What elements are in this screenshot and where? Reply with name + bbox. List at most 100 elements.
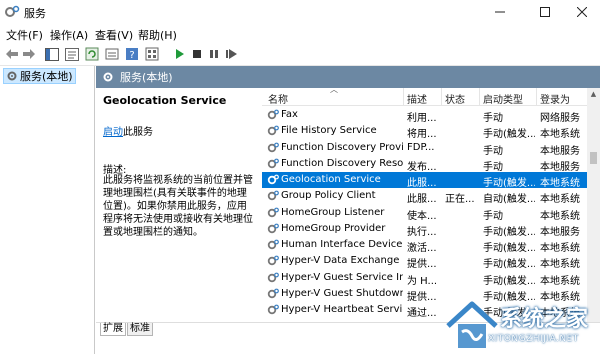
tree-item-services-local[interactable]: 服务(本地) bbox=[3, 68, 76, 84]
service-row[interactable]: Geolocation Service 此服... 手动(触发... 本地系统 bbox=[262, 172, 587, 189]
console-tree: 服务(本地) bbox=[0, 66, 95, 354]
service-status-cell: 正在... bbox=[445, 194, 475, 206]
start-service-button[interactable] bbox=[172, 46, 188, 62]
scroll-up-icon[interactable]: ▲ bbox=[587, 88, 600, 100]
gear-icon bbox=[7, 71, 17, 81]
service-row[interactable]: Hyper-V Guest Service In... 为 H... 手动(触发..… bbox=[262, 270, 587, 287]
service-logon-cell: 本地系统 bbox=[540, 178, 580, 189]
gear-icon bbox=[267, 304, 279, 315]
watermark-url: XITONGZHIJIA.NET bbox=[488, 334, 579, 344]
services-list: 名称 ︿ 描述 状态 启动类型 登录为 Fax 利用... 手动 网络服务 File H… bbox=[262, 88, 600, 322]
back-button[interactable] bbox=[4, 46, 20, 62]
start-link[interactable]: 启动 bbox=[103, 127, 123, 138]
refresh-icon bbox=[85, 47, 99, 61]
service-name-cell: HomeGroup Provider bbox=[281, 222, 386, 234]
service-row[interactable]: HomeGroup Provider 执行... 手动(触发... 本地服务 bbox=[262, 221, 587, 238]
vertical-scrollbar[interactable]: ▲ bbox=[587, 88, 600, 322]
scroll-thumb[interactable] bbox=[590, 152, 597, 164]
service-description-cell: 此服... bbox=[407, 194, 437, 206]
menu-view[interactable]: 查看(V) bbox=[95, 27, 133, 43]
menu-action[interactable]: 操作(A) bbox=[50, 27, 88, 43]
service-row[interactable]: Hyper-V Data Exchange ... 提供... 手动(触发... 本地… bbox=[262, 253, 587, 270]
minimize-button[interactable] bbox=[480, 0, 520, 24]
help-button[interactable]: ? bbox=[124, 46, 140, 62]
service-name-cell: Fax bbox=[281, 109, 298, 120]
column-divider[interactable] bbox=[536, 88, 537, 106]
service-row[interactable]: Fax 利用... 手动 网络服务 bbox=[262, 107, 587, 124]
service-name-cell: Group Policy Client bbox=[281, 190, 376, 202]
service-startup-type-cell: 手动 bbox=[483, 161, 503, 173]
service-name-cell: Function Discovery Reso... bbox=[281, 157, 403, 169]
service-startup-type-cell: 手动(触发... bbox=[483, 243, 535, 254]
service-startup-type-cell: 手动(触发... bbox=[483, 129, 535, 141]
service-description: 此服务将监视系统的当前位置并管理地理围栏(具有关联事件的地理位置)。如果你禁用此… bbox=[103, 175, 253, 238]
service-name: Geolocation Service bbox=[103, 94, 227, 107]
tab-extended[interactable]: 扩展 bbox=[100, 323, 126, 336]
service-description-cell: 激活... bbox=[407, 243, 437, 254]
view-button[interactable] bbox=[144, 46, 160, 62]
menu-help[interactable]: 帮助(H) bbox=[138, 27, 177, 43]
refresh-button[interactable] bbox=[84, 46, 100, 62]
export-button[interactable] bbox=[104, 46, 120, 62]
column-header-name[interactable]: 名称 bbox=[268, 91, 288, 106]
column-header-startup-type[interactable]: 启动类型 bbox=[483, 91, 523, 106]
help-icon: ? bbox=[126, 48, 138, 61]
service-description-cell: 发布... bbox=[407, 161, 437, 173]
start-link-suffix: 此服务 bbox=[123, 127, 153, 138]
service-description-cell: 利用... bbox=[407, 113, 437, 124]
service-description-cell: 此服... bbox=[407, 178, 437, 189]
close-button[interactable] bbox=[562, 0, 600, 24]
service-logon-cell: 本地系统 bbox=[540, 210, 580, 222]
restart-service-button[interactable] bbox=[224, 46, 240, 62]
service-row[interactable]: Group Policy Client 此服... 正在... 自动(触发... 本地系… bbox=[262, 188, 587, 206]
service-name-cell: Hyper-V Guest Service In... bbox=[281, 271, 403, 283]
column-header-log-on-as[interactable]: 登录为 bbox=[540, 91, 570, 106]
stop-service-button[interactable] bbox=[189, 46, 205, 62]
service-row[interactable]: Function Discovery Provi... FDP... 手动 本地服务 bbox=[262, 140, 587, 157]
gear-icon bbox=[103, 72, 113, 82]
console-tree-button[interactable] bbox=[44, 46, 60, 62]
service-startup-type-cell: 自动(触发... bbox=[483, 194, 535, 206]
window-title: 服务 bbox=[24, 7, 46, 20]
service-description-cell: 为 H... bbox=[407, 275, 437, 287]
column-header-status[interactable]: 状态 bbox=[445, 91, 465, 106]
service-row[interactable]: Human Interface Device ... 激活... 手动(触发... 本… bbox=[262, 237, 587, 254]
column-header-description[interactable]: 描述 bbox=[407, 91, 427, 106]
properties-icon bbox=[65, 47, 79, 61]
service-description-cell: 提供... bbox=[407, 291, 437, 303]
service-row[interactable]: File History Service 将用... 手动(触发... 本地系统 bbox=[262, 123, 587, 141]
sort-ascending-icon: ︿ bbox=[330, 88, 338, 94]
maximize-button[interactable] bbox=[525, 0, 565, 24]
gear-icon bbox=[267, 223, 279, 233]
service-row[interactable]: HomeGroup Listener 使本... 手动 本地系统 bbox=[262, 205, 587, 222]
column-divider[interactable] bbox=[441, 88, 442, 106]
column-divider[interactable] bbox=[479, 88, 480, 106]
start-icon bbox=[176, 49, 184, 59]
tab-standard[interactable]: 标准 bbox=[127, 323, 153, 336]
gear-icon bbox=[267, 255, 279, 266]
watermark: 系统之家 XITONGZHIJIA.NET bbox=[440, 296, 600, 354]
app-icon bbox=[5, 5, 20, 17]
menu-file[interactable]: 文件(F) bbox=[6, 27, 43, 43]
service-description-cell: 使本... bbox=[407, 210, 437, 222]
view-icon bbox=[145, 47, 159, 61]
service-name-cell: Human Interface Device ... bbox=[281, 239, 403, 250]
service-name-cell: Hyper-V Guest Shutdown... bbox=[281, 287, 403, 299]
pause-service-button[interactable] bbox=[206, 46, 222, 62]
service-logon-cell: 本地系统 bbox=[540, 129, 580, 141]
service-name-cell: File History Service bbox=[281, 125, 377, 137]
export-icon bbox=[105, 48, 119, 60]
gear-icon bbox=[267, 142, 279, 152]
service-row[interactable]: Function Discovery Reso... 发布... 手动 本地服务 bbox=[262, 156, 587, 173]
service-logon-cell: 本地服务 bbox=[540, 145, 580, 157]
gear-icon bbox=[267, 174, 279, 185]
list-header: 名称 ︿ 描述 状态 启动类型 登录为 bbox=[262, 88, 600, 106]
service-startup-type-cell: 手动 bbox=[483, 113, 503, 124]
gear-icon bbox=[267, 272, 279, 282]
forward-button[interactable] bbox=[21, 46, 37, 62]
pause-icon bbox=[210, 50, 218, 58]
column-divider[interactable] bbox=[403, 88, 404, 106]
properties-button[interactable] bbox=[64, 46, 80, 62]
service-description-cell: 通过... bbox=[407, 308, 437, 319]
gear-icon bbox=[267, 207, 279, 217]
